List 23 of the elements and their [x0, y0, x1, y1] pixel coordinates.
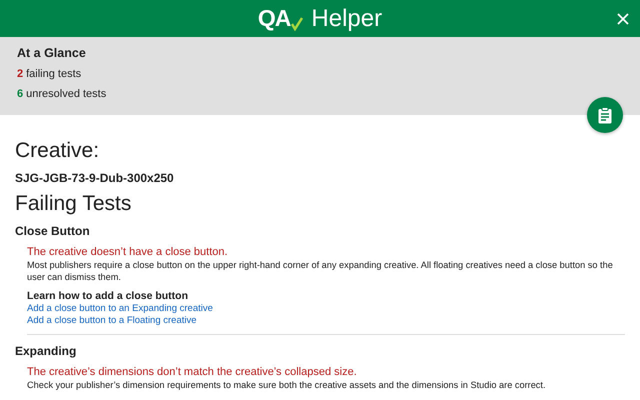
section-heading: Failing Tests: [15, 191, 132, 217]
creative-label: Creative:: [15, 138, 100, 164]
help-link[interactable]: Add a close button to an Expanding creative: [27, 303, 625, 314]
clipboard-button[interactable]: [587, 97, 623, 133]
test-title: Close Button: [15, 224, 91, 238]
error-message: The creative’s dimensions don’t match the creative’s collapsed size.: [27, 365, 358, 379]
close-icon[interactable]: [617, 13, 629, 25]
check-icon: [291, 16, 304, 30]
creative-name: SJG-JGB-73-9-Dub-300x250: [15, 171, 175, 185]
test-title: Expanding: [15, 344, 78, 358]
app-title: Helper: [311, 4, 382, 32]
logo: QA: [258, 5, 290, 32]
error-message: The creative doesn’t have a close button.: [27, 245, 229, 259]
test-description: Most publishers require a close button on the upper right-hand corner of any expanding creative. All floating creatives need a close button so the user can dismiss them.: [27, 259, 614, 283]
help-link[interactable]: Add a close button to a Floating creative: [27, 314, 625, 326]
learn-heading: Learn how to add a close button: [27, 290, 190, 303]
test-description: Check your publisher’s dimension requirements to make sure both the creative assets and the dimensions in Studio are correct.: [27, 379, 547, 391]
summary-title: At a Glance: [17, 46, 87, 60]
stat-count: 6: [17, 88, 24, 100]
clipboard-icon: [598, 106, 612, 124]
stat-label: failing tests: [26, 68, 82, 80]
stat-label: unresolved tests: [26, 88, 106, 100]
stat-count: 2: [17, 68, 24, 80]
